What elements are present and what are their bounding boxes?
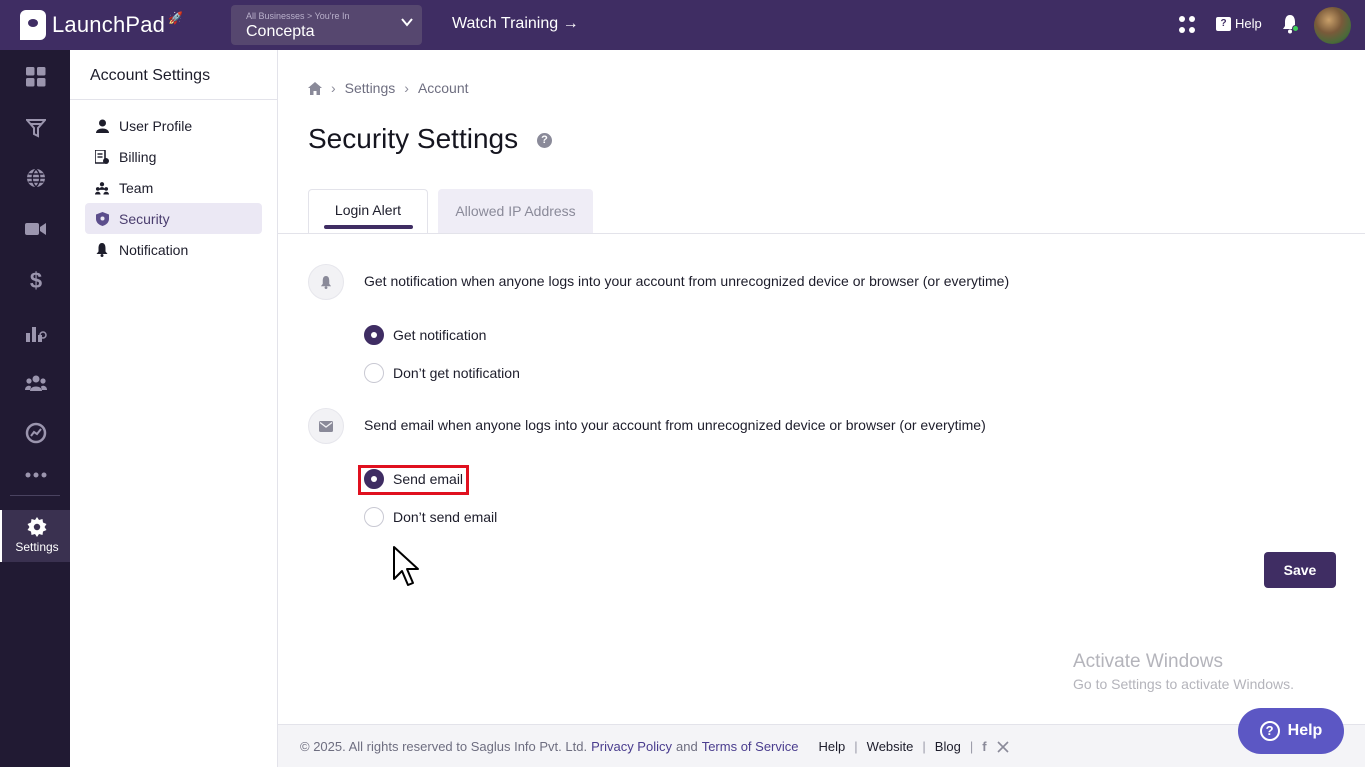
chevron-down-icon xyxy=(401,18,413,27)
footer-website-link[interactable]: Website xyxy=(867,739,914,754)
business-name: Concepta xyxy=(246,23,315,40)
dollar-icon[interactable]: $ xyxy=(25,268,47,293)
help-label: Help xyxy=(1235,16,1262,31)
sidebar-title: Account Settings xyxy=(90,67,211,84)
user-icon xyxy=(95,119,109,133)
sidebar-item-billing[interactable]: Billing xyxy=(85,141,262,172)
video-icon[interactable] xyxy=(25,218,47,240)
highlight-annotation xyxy=(358,465,469,495)
help-link[interactable]: ? Help xyxy=(1216,16,1262,31)
activate-windows-subtitle: Go to Settings to activate Windows. xyxy=(1073,676,1294,692)
app-name: LaunchPad xyxy=(52,12,166,37)
sidebar-item-label: User Profile xyxy=(119,117,193,134)
radio-button[interactable] xyxy=(364,507,384,527)
notification-section-text: Get notification when anyone logs into y… xyxy=(364,273,1010,289)
billing-icon xyxy=(95,149,109,164)
radio-button[interactable] xyxy=(364,363,384,383)
tab-label: Login Alert xyxy=(334,202,402,218)
bell-icon xyxy=(320,275,332,289)
footer: © 2025. All rights reserved to Saglus In… xyxy=(278,724,1365,767)
x-twitter-icon[interactable] xyxy=(996,740,1009,753)
footer-links: © 2025. All rights reserved to Saglus In… xyxy=(300,739,1009,754)
footer-help-link[interactable]: Help xyxy=(819,739,846,754)
business-caption: All Businesses > You're In xyxy=(246,11,350,21)
radio-get-notification[interactable]: Get notification xyxy=(364,325,486,345)
rocket-icon: 🚀 xyxy=(168,11,184,25)
sidebar-item-label: Security xyxy=(119,210,170,227)
account-settings-sidebar: Account Settings User Profile Billing Te… xyxy=(70,50,278,767)
save-button[interactable]: Save xyxy=(1264,552,1336,588)
analytics-icon[interactable] xyxy=(25,422,47,444)
funnel-icon[interactable] xyxy=(25,117,47,139)
and-text: and xyxy=(676,739,698,754)
help-floating-button[interactable]: ? Help xyxy=(1238,708,1344,754)
email-section-icon xyxy=(308,408,344,444)
gear-icon xyxy=(27,517,47,537)
question-circle-icon: ? xyxy=(1259,721,1280,741)
dashboard-icon[interactable] xyxy=(25,66,47,88)
radio-dont-get-notification[interactable]: Don’t get notification xyxy=(364,363,520,383)
more-icon[interactable] xyxy=(25,464,47,486)
radio-label: Don’t send email xyxy=(393,509,498,525)
apps-grid-icon[interactable] xyxy=(1179,16,1197,34)
question-circle-icon[interactable]: ? xyxy=(537,133,552,148)
help-icon: ? xyxy=(1216,16,1231,31)
sidebar-item-label: Billing xyxy=(119,148,157,165)
rail-settings-label: Settings xyxy=(15,540,59,554)
page-title: Security Settings xyxy=(308,123,519,154)
sidebar-item-user-profile[interactable]: User Profile xyxy=(85,110,262,141)
bell-icon xyxy=(95,242,109,257)
radio-button[interactable] xyxy=(364,325,384,345)
copyright-text: © 2025. All rights reserved to Saglus In… xyxy=(300,739,588,754)
sidebar-divider xyxy=(70,99,277,100)
radio-label: Get notification xyxy=(393,327,487,343)
chart-icon[interactable] xyxy=(25,322,47,344)
email-section-text: Send email when anyone logs into your ac… xyxy=(364,417,986,433)
breadcrumb-separator: › xyxy=(404,80,409,96)
tab-allowed-ip-address[interactable]: Allowed IP Address xyxy=(438,189,593,234)
avatar[interactable] xyxy=(1314,7,1351,44)
online-status-dot xyxy=(1292,25,1299,32)
tab-login-alert[interactable]: Login Alert xyxy=(308,189,428,234)
launchpad-logo[interactable]: LaunchPad 🚀 xyxy=(20,8,183,42)
footer-separator: | xyxy=(854,739,858,754)
facebook-icon[interactable]: f xyxy=(982,739,986,754)
radio-label: Don’t get notification xyxy=(393,365,520,381)
logo-icon xyxy=(20,10,46,40)
footer-separator: | xyxy=(922,739,926,754)
footer-blog-link[interactable]: Blog xyxy=(935,739,961,754)
sidebar-item-label: Notification xyxy=(119,241,189,258)
sidebar-item-label: Team xyxy=(119,179,154,196)
notification-section-icon xyxy=(308,264,344,300)
sidebar-item-notification[interactable]: Notification xyxy=(85,234,262,265)
radio-dont-send-email[interactable]: Don’t send email xyxy=(364,507,497,527)
shield-icon xyxy=(95,211,109,226)
rail-item-settings[interactable]: Settings xyxy=(0,510,70,562)
sidebar-item-team[interactable]: Team xyxy=(85,172,262,203)
active-tab-indicator xyxy=(324,225,413,229)
top-bar: LaunchPad 🚀 All Businesses > You're In C… xyxy=(0,0,1365,50)
tab-divider xyxy=(278,233,1365,234)
sidebar-item-security[interactable]: Security xyxy=(85,203,262,234)
business-selector[interactable]: All Businesses > You're In Concepta xyxy=(231,5,422,45)
mouse-cursor-icon xyxy=(393,546,419,586)
terms-of-service-link[interactable]: Terms of Service xyxy=(702,739,799,754)
rail-divider xyxy=(10,495,60,496)
people-icon[interactable] xyxy=(25,372,47,394)
help-floating-label: Help xyxy=(1287,722,1323,739)
icon-rail: $ Settings xyxy=(0,50,70,767)
breadcrumb-settings[interactable]: Settings xyxy=(345,80,396,96)
globe-icon[interactable] xyxy=(25,167,47,189)
mail-icon xyxy=(319,420,333,432)
activate-windows-title: Activate Windows xyxy=(1073,651,1223,672)
home-icon[interactable] xyxy=(308,81,322,95)
breadcrumb-account: Account xyxy=(417,80,469,96)
watch-training-link[interactable]: Watch Training → xyxy=(452,15,579,33)
breadcrumb: › Settings › Account xyxy=(308,80,469,96)
breadcrumb-separator: › xyxy=(331,80,336,96)
footer-separator: | xyxy=(969,739,974,754)
privacy-policy-link[interactable]: Privacy Policy xyxy=(591,739,672,754)
tab-label: Allowed IP Address xyxy=(455,202,576,219)
team-icon xyxy=(95,181,109,195)
